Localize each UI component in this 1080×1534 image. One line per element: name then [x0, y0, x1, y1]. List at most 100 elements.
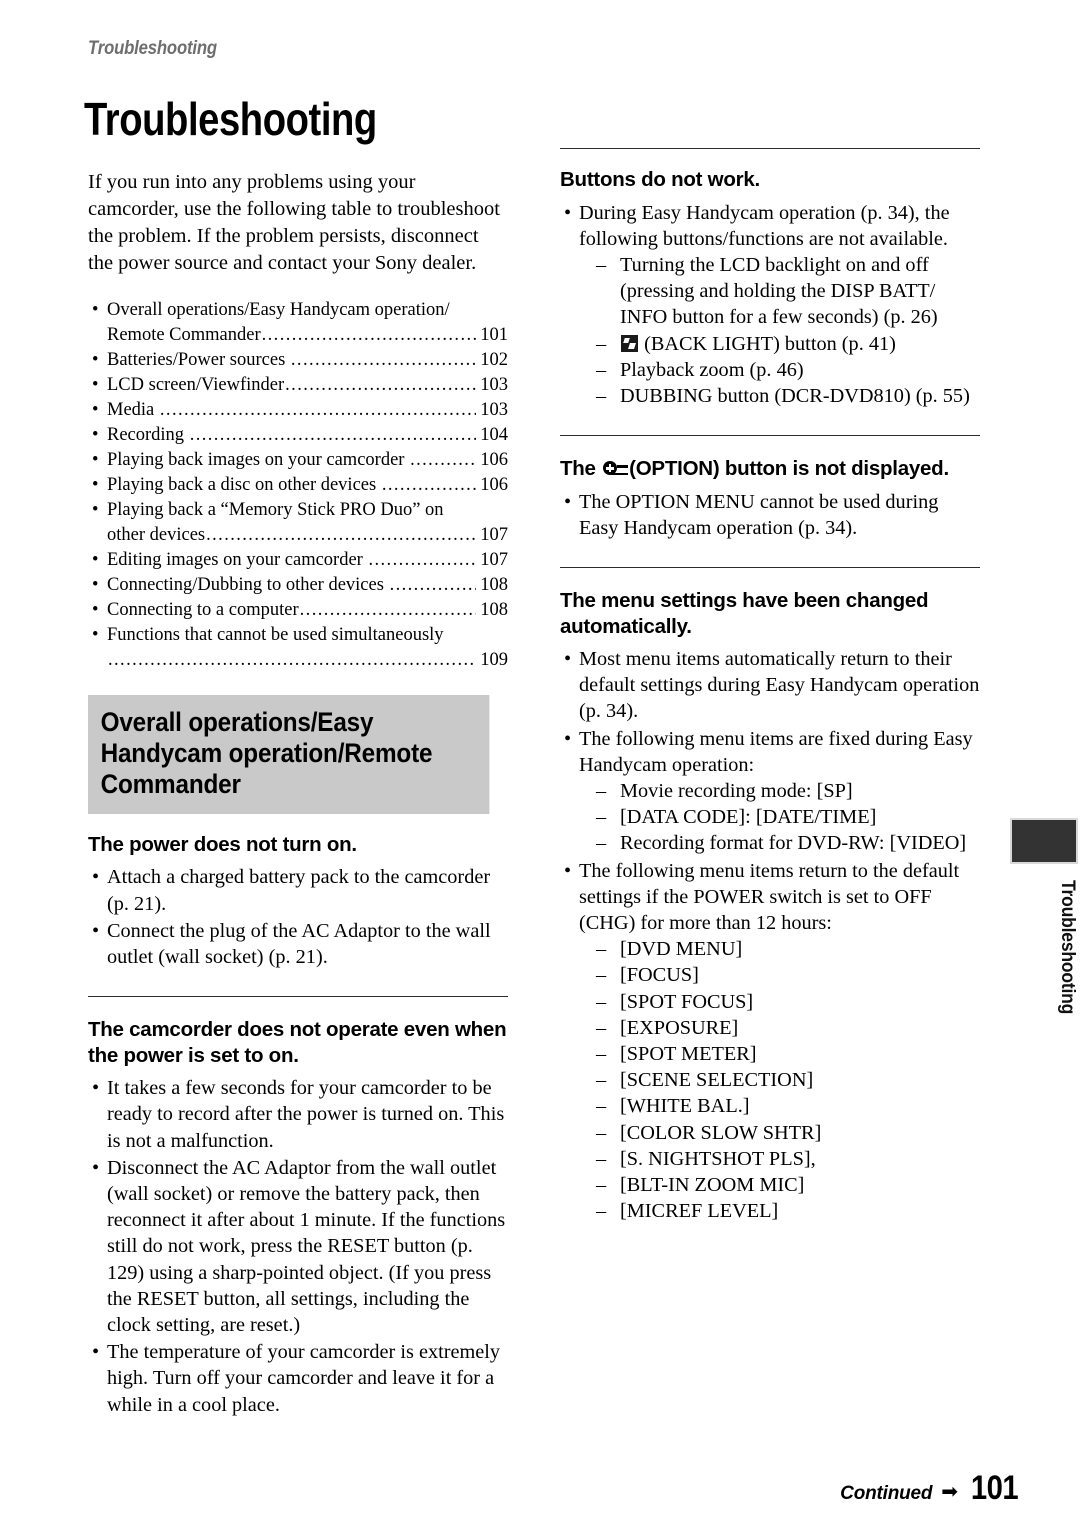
dash-glyph: –	[596, 358, 607, 381]
list-item: • Disconnect the AC Adaptor from the wal…	[88, 1155, 508, 1338]
bullet-glyph: •	[92, 474, 99, 495]
page-number: 101	[970, 1469, 1019, 1507]
toc-page-number: 103	[480, 374, 508, 395]
list-item: • Connect the plug of the AC Adaptor to …	[88, 918, 508, 970]
dot-leader: ........................................…	[206, 524, 476, 545]
heading-text-before-icon: The	[560, 457, 602, 481]
list-option-button-not-displayed: • The OPTION MENU cannot be used during …	[560, 489, 980, 541]
list-item-text: The temperature of your camcorder is ext…	[107, 1341, 501, 1416]
dash-glyph: –	[596, 990, 607, 1013]
list-item: • It takes a few seconds for your camcor…	[88, 1075, 508, 1154]
bullet-glyph: •	[92, 1077, 100, 1100]
sublist-unavailable-functions: – Turning the LCD backlight on and off (…	[579, 252, 980, 409]
toc-item[interactable]: • Batteries/Power sources ..............…	[88, 348, 508, 373]
thumb-tab-label: Troubleshooting	[1057, 880, 1078, 1015]
table-of-contents: • Overall operations/Easy Handycam opera…	[88, 298, 508, 673]
right-column: Buttons do not work. • During Easy Handy…	[560, 148, 980, 1226]
thumb-tab-marker	[1010, 818, 1078, 864]
page-title: Troubleshooting	[84, 92, 377, 145]
dot-leader: ........................................…	[159, 399, 477, 420]
heading-menu-settings-changed: The menu settings have been changed auto…	[560, 589, 929, 638]
toc-label: LCD screen/Viewfinder	[107, 374, 285, 395]
dash-glyph: –	[596, 332, 607, 355]
toc-item[interactable]: • Recording ............................…	[88, 423, 508, 448]
toc-page-number: 107	[480, 524, 508, 545]
bullet-glyph: •	[564, 648, 572, 671]
heading-buttons-do-not-work: Buttons do not work.	[560, 168, 760, 191]
sublist-item: – Playback zoom (p. 46)	[596, 357, 980, 383]
dash-glyph: –	[596, 832, 607, 855]
sublist-item: – Movie recording mode: [SP]	[596, 778, 980, 804]
bullet-glyph: •	[92, 549, 99, 570]
dash-glyph: –	[596, 1043, 607, 1066]
toc-item[interactable]: • Playing back images on your camcorder …	[88, 448, 508, 473]
sublist-item-text: [BLT-IN ZOOM MIC]	[620, 1174, 805, 1197]
toc-page-number: 106	[480, 449, 508, 470]
bullet-glyph: •	[564, 201, 572, 224]
sublist-item: – [SPOT FOCUS]	[596, 989, 980, 1015]
toc-page-number: 107	[480, 549, 508, 570]
sublist-item-text: Movie recording mode: [SP]	[620, 780, 853, 803]
sublist-item: – [BLT-IN ZOOM MIC]	[596, 1172, 980, 1198]
toc-page-number: 102	[480, 349, 508, 370]
dash-glyph: –	[596, 1200, 607, 1223]
bullet-glyph: •	[564, 859, 572, 882]
sublist-item-text: Recording format for DVD-RW: [VIDEO]	[620, 832, 967, 855]
sublist-item: – [SCENE SELECTION]	[596, 1067, 980, 1093]
toc-label: Connecting to a computer	[107, 599, 299, 620]
toc-item[interactable]: • Editing images on your camcorder .....…	[88, 548, 508, 573]
toc-label-line2: Remote Commander	[107, 324, 261, 345]
sublist-item: – (BACK LIGHT) button (p. 41)	[596, 331, 980, 357]
dot-leader: ........................................…	[285, 374, 477, 395]
sublist-item: – [MICREF LEVEL]	[596, 1198, 980, 1224]
sublist-item-text: [MICREF LEVEL]	[620, 1200, 779, 1223]
sublist-item-text: (BACK LIGHT) button (p. 41)	[644, 332, 896, 355]
toc-page-number: 108	[480, 574, 508, 595]
toc-item[interactable]: • Playing back a disc on other devices .…	[88, 473, 508, 498]
toc-item[interactable]: • LCD screen/Viewfinder ................…	[88, 373, 508, 398]
toc-item[interactable]: • Connecting/Dubbing to other devices ..…	[88, 573, 508, 598]
bullet-glyph: •	[92, 866, 100, 889]
toc-label-line1: Overall operations/Easy Handycam operati…	[107, 299, 450, 320]
sublist-item-text: Playback zoom (p. 46)	[620, 358, 804, 381]
bullet-glyph: •	[564, 727, 572, 750]
sublist-item: – [DVD MENU]	[596, 936, 980, 962]
dash-glyph: –	[596, 253, 607, 276]
sublist-item-text: DUBBING button (DCR-DVD810) (p. 55)	[620, 384, 970, 407]
list-item-text: Disconnect the AC Adaptor from the wall …	[107, 1156, 506, 1336]
list-power-does-not-turn-on: • Attach a charged battery pack to the c…	[88, 864, 508, 970]
toc-item[interactable]: • Overall operations/Easy Handycam opera…	[88, 298, 508, 348]
list-item-text: Most menu items automatically return to …	[579, 648, 980, 723]
list-item: • During Easy Handycam operation (p. 34)…	[560, 200, 980, 410]
dot-leader: ........................................…	[261, 324, 477, 345]
heading-camcorder-does-not-operate: The camcorder does not operate even when…	[88, 1018, 507, 1067]
list-item: • The OPTION MENU cannot be used during …	[560, 489, 980, 541]
toc-label: Playing back a disc on other devices	[107, 474, 381, 495]
sublist-item-text: [DATA CODE]: [DATE/TIME]	[620, 806, 877, 829]
sublist-item: – DUBBING button (DCR-DVD810) (p. 55)	[596, 383, 980, 409]
bullet-glyph: •	[564, 490, 572, 513]
toc-label: Connecting/Dubbing to other devices	[107, 574, 389, 595]
sublist-item: – Recording format for DVD-RW: [VIDEO]	[596, 830, 980, 856]
sublist-item-text: [WHITE BAL.]	[620, 1095, 750, 1118]
bullet-glyph: •	[92, 449, 99, 470]
dot-leader: ........................................…	[189, 424, 477, 445]
list-buttons-do-not-work: • During Easy Handycam operation (p. 34)…	[560, 200, 980, 410]
sublist-item-text: [SPOT FOCUS]	[620, 990, 754, 1013]
sublist-item: – [SPOT METER]	[596, 1041, 980, 1067]
toc-item[interactable]: • Functions that cannot be used simultan…	[88, 623, 508, 673]
dot-leader: ........................................…	[290, 349, 476, 370]
list-item: • The following menu items are fixed dur…	[560, 726, 980, 857]
bullet-glyph: •	[92, 599, 99, 620]
bullet-glyph: •	[92, 374, 99, 395]
heading-option-button-not-displayed: The (OPTION) button is not displayed.	[560, 456, 980, 482]
toc-item[interactable]: • Connecting to a computer .............…	[88, 598, 508, 623]
dash-glyph: –	[596, 806, 607, 829]
intro-paragraph: If you run into any problems using your …	[88, 170, 500, 275]
dash-glyph: –	[596, 1174, 607, 1197]
toc-item[interactable]: • Playing back a “Memory Stick PRO Duo” …	[88, 498, 508, 548]
toc-item[interactable]: • Media ................................…	[88, 398, 508, 423]
sublist-item: – Turning the LCD backlight on and off (…	[596, 252, 980, 331]
dash-glyph: –	[596, 384, 607, 407]
sublist-item: – [EXPOSURE]	[596, 1015, 980, 1041]
